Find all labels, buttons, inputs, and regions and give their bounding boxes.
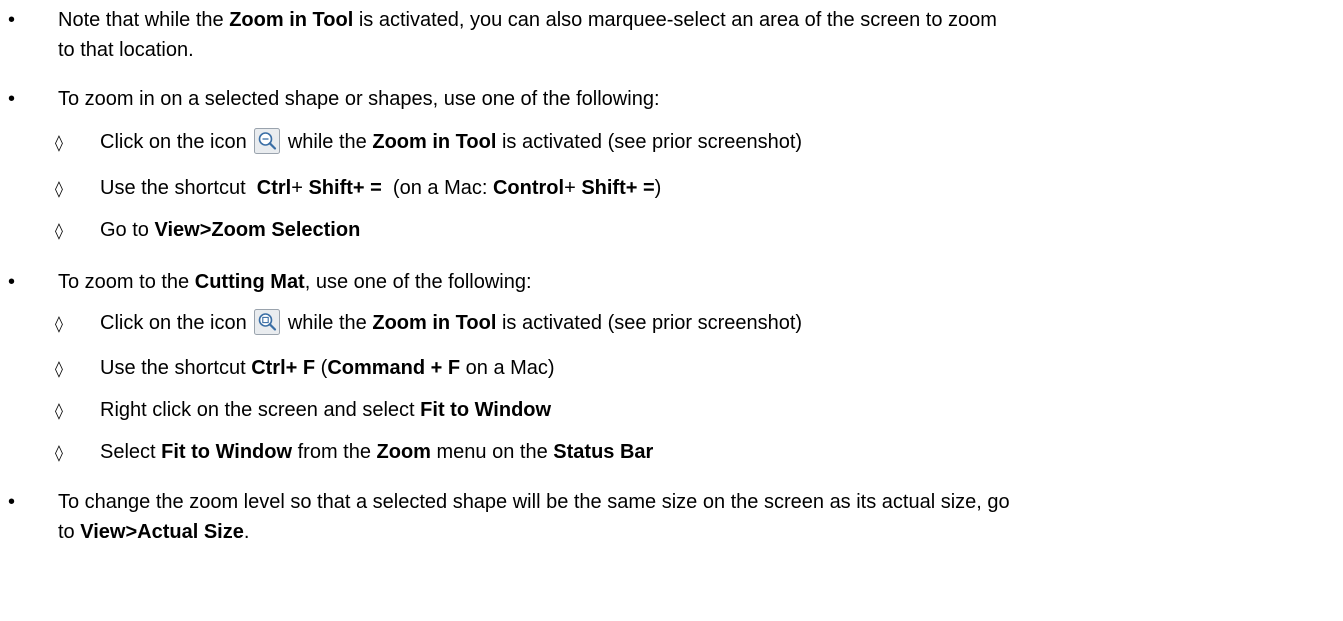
sub-item-text: Select Fit to Window from the Zoom menu …: [100, 441, 654, 463]
sub-item-text: Use the shortcut Ctrl+ Shift+ = (on a Ma…: [100, 177, 662, 199]
bullet-symbol: •: [8, 271, 16, 293]
bullet-symbol: •: [8, 88, 16, 110]
sub-item-text: Click on the icon while the Zoom in Tool…: [100, 128, 802, 157]
bullet-text: To change the zoom level so that a selec…: [58, 491, 1010, 513]
sub-bullet-symbol: ◊: [55, 401, 63, 420]
bullet-text: To zoom in on a selected shape or shapes…: [58, 88, 660, 110]
sub-item-text: Click on the icon while the Zoom in Tool…: [100, 309, 802, 338]
bullet-symbol: •: [8, 9, 16, 31]
sub-bullet-symbol: ◊: [55, 221, 63, 240]
sub-bullet-symbol: ◊: [55, 314, 63, 333]
bullet-text: To zoom to the Cutting Mat, use one of t…: [58, 271, 532, 293]
sub-bullet-symbol: ◊: [55, 133, 63, 152]
bullet-text-continued: to that location.: [58, 39, 194, 61]
sub-item-text: Right click on the screen and select Fit…: [100, 399, 552, 421]
sub-bullet-symbol: ◊: [55, 443, 63, 462]
bullet-symbol: •: [8, 491, 16, 513]
zoom-to-mat-icon: [254, 309, 281, 335]
sub-bullet-symbol: ◊: [55, 359, 63, 378]
sub-bullet-symbol: ◊: [55, 179, 63, 198]
sub-item-text: Go to View>Zoom Selection: [100, 219, 361, 241]
sub-item-text: Use the shortcut Ctrl+ F (Command + F on…: [100, 357, 555, 379]
zoom-to-selection-icon: [254, 128, 281, 154]
bullet-text-continued: to View>Actual Size.: [58, 521, 250, 543]
bullet-text: Note that while the Zoom in Tool is acti…: [58, 9, 997, 31]
